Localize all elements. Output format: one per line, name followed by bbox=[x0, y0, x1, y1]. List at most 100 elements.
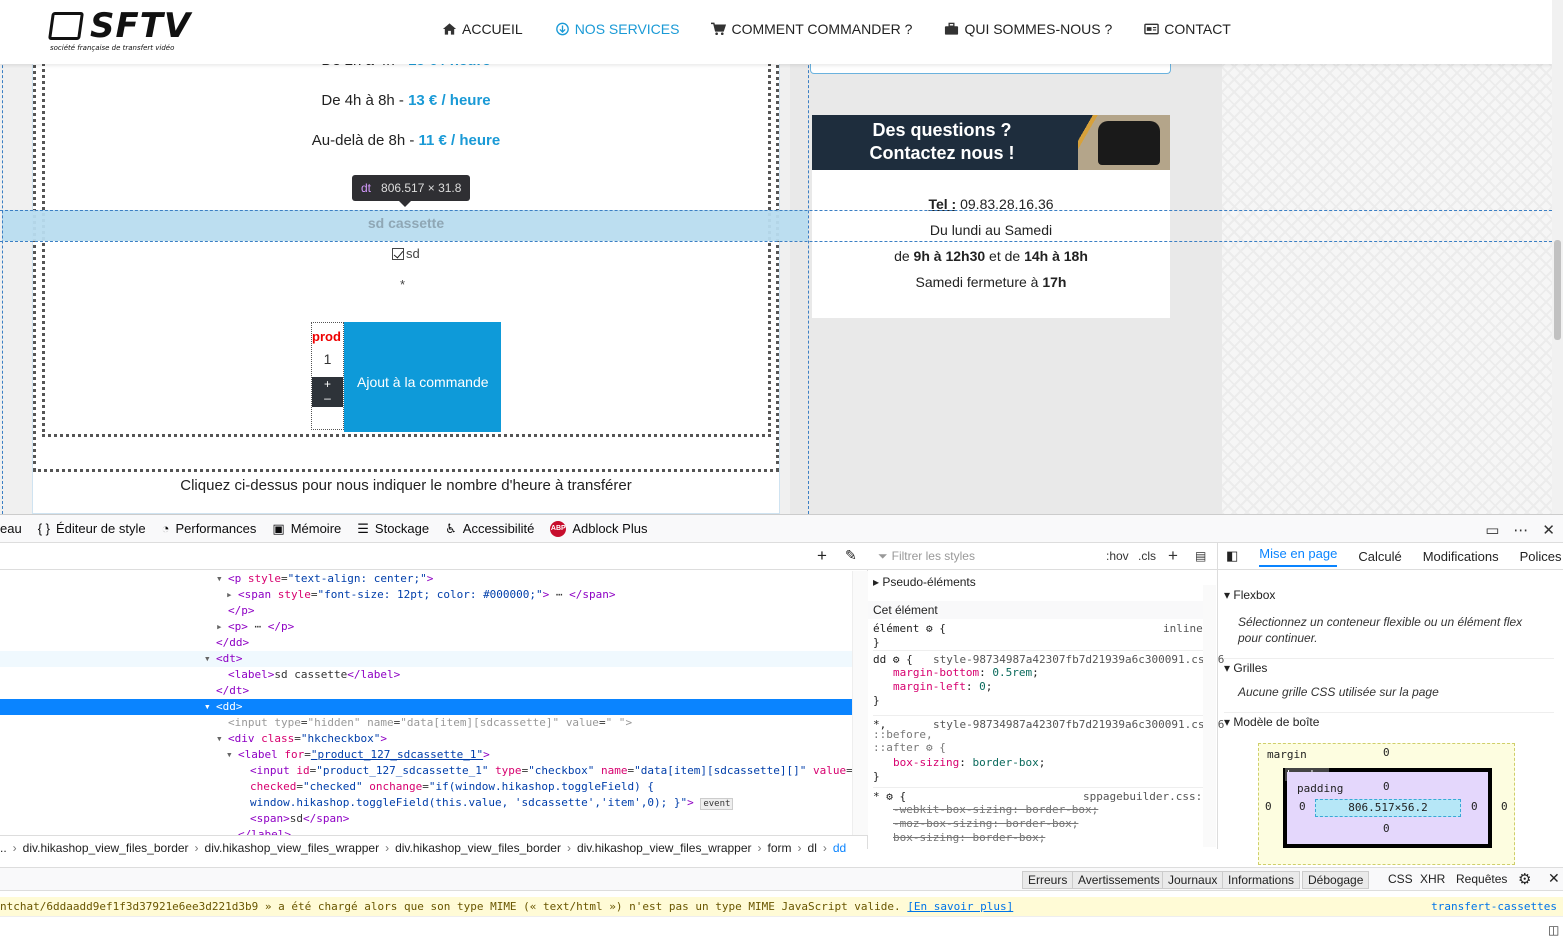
expand-arrow-icon[interactable]: ▸ bbox=[216, 619, 223, 635]
markup-node[interactable]: ▸ <p> ⋯ </p> bbox=[0, 619, 852, 635]
markup-node[interactable]: checked="checked" onchange="if(window.hi… bbox=[0, 779, 852, 795]
margin-right-value[interactable]: 0 bbox=[1501, 800, 1508, 813]
padding-right-value[interactable]: 0 bbox=[1471, 800, 1478, 813]
markup-node[interactable]: <input id="product_127_sdcassette_1" typ… bbox=[0, 763, 852, 779]
cls-toggle[interactable]: .cls bbox=[1138, 549, 1156, 563]
console-type-toggle[interactable]: Requêtes bbox=[1456, 872, 1507, 886]
nav-qui-sommes-nous[interactable]: QUI SOMMES-NOUS ? bbox=[944, 21, 1112, 37]
boxmodel-section[interactable]: ▾ Modèle de boîte bbox=[1224, 712, 1554, 729]
add-node-icon[interactable]: + bbox=[817, 546, 827, 566]
markup-node[interactable]: </p> bbox=[0, 603, 852, 619]
devtools-tab[interactable]: ☰ Stockage bbox=[357, 521, 429, 537]
console-filter-button[interactable]: Avertissements bbox=[1072, 871, 1166, 889]
breadcrumb-item[interactable]: div.hikashop_view_files_wrapper bbox=[577, 841, 752, 855]
contact-banner[interactable]: Des questions ? Contactez nous ! bbox=[812, 115, 1170, 170]
more-menu-icon[interactable]: ⋯ bbox=[1513, 521, 1528, 539]
devtools-tab[interactable]: ▣ Mémoire bbox=[272, 521, 341, 537]
nav-nos-services[interactable]: NOS SERVICES bbox=[555, 21, 679, 37]
console-type-toggle[interactable]: XHR bbox=[1420, 872, 1445, 886]
devtools-tab[interactable]: ♿ Accessibilité bbox=[445, 521, 534, 537]
markup-node[interactable]: ▾ <div class="hkcheckbox"> bbox=[0, 731, 852, 747]
markup-node[interactable]: </dd> bbox=[0, 635, 852, 651]
sd-checkbox-row[interactable]: sd bbox=[392, 246, 420, 261]
site-logo[interactable]: SFTV société française de transfert vidé… bbox=[48, 6, 190, 54]
flexbox-section[interactable]: ▾ Flexbox bbox=[1224, 588, 1275, 602]
filter-styles-input[interactable]: Filtrer les styles bbox=[892, 549, 975, 563]
expand-arrow-icon[interactable]: ▸ bbox=[226, 587, 233, 603]
markup-node[interactable]: <label>sd cassette</label> bbox=[0, 667, 852, 683]
toggle-sidebar-icon[interactable]: ◧ bbox=[1226, 548, 1238, 564]
universal-box-sizing[interactable]: box-sizing: border-box; bbox=[893, 756, 1045, 769]
dd-margin-bottom[interactable]: margin-bottom: 0.5rem; bbox=[893, 666, 1039, 679]
overridden-box-sizing[interactable]: box-sizing: border-box; bbox=[893, 831, 1045, 844]
print-icon[interactable]: ▤ bbox=[1195, 549, 1206, 563]
markup-node[interactable]: <input type="hidden" name="data[item][sd… bbox=[0, 715, 852, 731]
breadcrumb-item[interactable]: div.hikashop_view_files_border bbox=[23, 841, 189, 855]
layout-tab[interactable]: Mise en page bbox=[1259, 546, 1338, 567]
markup-tree[interactable]: ▾ <p style="text-align: center;"> ▸ <span s… bbox=[0, 571, 852, 835]
console-close-icon[interactable]: ✕ bbox=[1548, 870, 1560, 887]
add-to-order-button[interactable]: Ajout à la commande bbox=[344, 322, 501, 432]
nav-comment-commander[interactable]: COMMENT COMMANDER ? bbox=[711, 21, 912, 37]
layout-tab[interactable]: Modifications bbox=[1423, 549, 1499, 564]
expand-arrow-icon[interactable]: ▾ bbox=[216, 731, 223, 747]
console-filter-button[interactable]: Informations bbox=[1222, 871, 1301, 889]
add-rule-icon[interactable]: + bbox=[1168, 546, 1178, 566]
margin-top-value[interactable]: 0 bbox=[1383, 746, 1390, 759]
overridden-webkit-box-sizing[interactable]: -webkit-box-sizing: border-box; bbox=[893, 803, 1098, 816]
dd-margin-left[interactable]: margin-left: 0; bbox=[893, 680, 992, 693]
devtools-tab[interactable]: eau bbox=[0, 521, 22, 536]
content-box[interactable]: 806.517×56.2 bbox=[1315, 799, 1461, 817]
devtools-tab[interactable]: ABP Adblock Plus bbox=[550, 520, 647, 537]
console-filter-button[interactable]: Débogage bbox=[1302, 871, 1370, 889]
breadcrumb-item[interactable]: div.hikashop_view_files_border bbox=[395, 841, 561, 855]
margin-left-value[interactable]: 0 bbox=[1265, 800, 1272, 813]
nav-accueil[interactable]: ACCUEIL bbox=[442, 21, 523, 37]
breadcrumb-item[interactable]: dd bbox=[833, 841, 846, 855]
expand-arrow-icon[interactable]: ▾ bbox=[204, 651, 211, 667]
devtools-tab[interactable]: { } Éditeur de style bbox=[38, 521, 146, 536]
pseudo-elements-toggle[interactable]: ▸ Pseudo-éléments bbox=[873, 575, 976, 589]
devtools-tab[interactable]: ◔ Performances bbox=[162, 521, 257, 536]
nav-contact[interactable]: CONTACT bbox=[1144, 21, 1231, 37]
expand-arrow-icon[interactable]: ▾ bbox=[226, 747, 233, 763]
overridden-moz-box-sizing[interactable]: -moz-box-sizing: border-box; bbox=[893, 817, 1078, 830]
console-filter-button[interactable]: Erreurs bbox=[1022, 871, 1074, 889]
page-scrollbar-thumb[interactable] bbox=[1554, 240, 1561, 340]
markup-node[interactable]: </label> bbox=[0, 827, 852, 835]
quantity-input[interactable]: 1 bbox=[312, 351, 343, 367]
hov-toggle[interactable]: :hov bbox=[1106, 549, 1129, 563]
eyedropper-icon[interactable]: ✎ bbox=[845, 547, 857, 564]
layout-tab[interactable]: Calculé bbox=[1358, 549, 1401, 564]
padding-left-value[interactable]: 0 bbox=[1299, 800, 1306, 813]
markup-node[interactable]: ▾ <dt> bbox=[0, 651, 852, 667]
learn-more-link[interactable]: [En savoir plus] bbox=[907, 900, 1013, 913]
grids-section[interactable]: ▾ Grilles bbox=[1224, 658, 1554, 675]
expand-arrow-icon[interactable]: ▾ bbox=[204, 699, 211, 715]
dock-icon[interactable]: ▭ bbox=[1485, 521, 1499, 539]
markup-node[interactable]: window.hikashop.toggleField(this.value, … bbox=[0, 795, 852, 811]
breadcrumb-item[interactable]: form bbox=[768, 841, 792, 855]
markup-node[interactable]: <span>sd</span> bbox=[0, 811, 852, 827]
layout-tab[interactable]: Polices bbox=[1520, 549, 1562, 564]
console-source-link[interactable]: transfert-cassettes bbox=[1431, 897, 1557, 916]
markup-node[interactable]: </dt> bbox=[0, 683, 852, 699]
rules-scrollbar[interactable] bbox=[1203, 585, 1216, 847]
breadcrumb-item[interactable]: dl bbox=[808, 841, 817, 855]
padding-top-value[interactable]: 0 bbox=[1383, 780, 1390, 793]
breadcrumb-item[interactable]: .. bbox=[0, 841, 7, 855]
console-input-icon[interactable]: ◫ bbox=[1548, 923, 1559, 937]
markup-node[interactable]: ▾ <label for="product_127_sdcassette_1"> bbox=[0, 747, 852, 763]
markup-node[interactable]: ▾ <p style="text-align: center;"> bbox=[0, 571, 852, 587]
quantity-plus-button[interactable]: + bbox=[312, 377, 343, 391]
expand-arrow-icon[interactable]: ▾ bbox=[216, 571, 223, 587]
quantity-minus-button[interactable]: – bbox=[312, 391, 343, 405]
markup-node[interactable]: ▸ <span style="font-size: 12pt; color: #0… bbox=[0, 587, 852, 603]
sd-checkbox[interactable] bbox=[392, 247, 404, 260]
console-type-toggle[interactable]: CSS bbox=[1388, 872, 1413, 886]
markup-node[interactable]: ▾ <dd> bbox=[0, 699, 852, 715]
padding-bottom-value[interactable]: 0 bbox=[1383, 822, 1390, 835]
quantity-stepper[interactable]: + – bbox=[312, 377, 343, 407]
console-filter-button[interactable]: Journaux bbox=[1162, 871, 1224, 889]
breadcrumb-item[interactable]: div.hikashop_view_files_wrapper bbox=[205, 841, 380, 855]
